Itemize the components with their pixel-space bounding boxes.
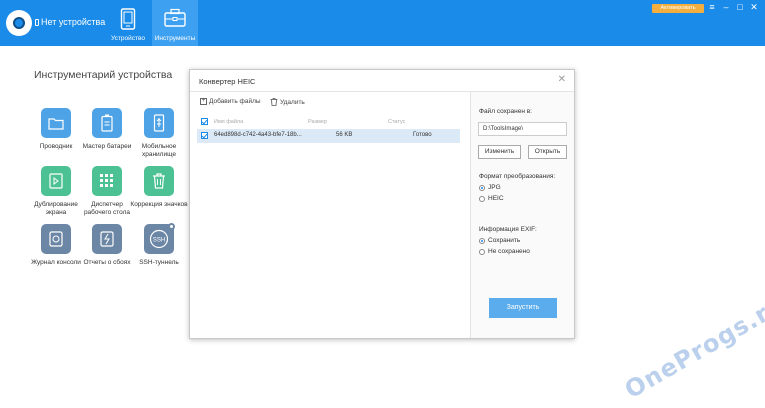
format-label: Формат преобразования: <box>479 173 556 180</box>
dialog-title: Конвертер HEIC <box>199 77 256 86</box>
tool-ssh[interactable]: SSH SSH-туннель <box>130 223 188 267</box>
table-header: Имя файла Размер Статус <box>198 117 460 129</box>
console-log-icon <box>41 224 71 254</box>
tool-screen-mirror[interactable]: Дублирование экрана <box>27 166 85 217</box>
tool-label: Мобильное хранилище <box>141 143 177 158</box>
add-icon: + <box>200 98 207 105</box>
folder-icon <box>41 108 71 138</box>
screen-mirror-icon <box>41 166 71 196</box>
activate-button[interactable]: Активировать <box>652 4 704 13</box>
toolbox-icon <box>164 8 186 27</box>
tool-label: SSH-туннель <box>139 259 179 266</box>
file-size: 56 KB <box>336 132 353 138</box>
exif-keep-radio[interactable]: Сохранить <box>479 237 520 244</box>
select-all-checkbox[interactable] <box>201 118 208 125</box>
heic-converter-dialog: Конвертер HEIC ✕ + Добавить файлы Удалит… <box>189 69 575 339</box>
tool-storage[interactable]: Мобильное хранилище <box>130 108 188 159</box>
tool-label: Журнал консоли <box>31 259 81 266</box>
dialog-close-icon[interactable]: ✕ <box>558 74 566 85</box>
radio-dot <box>479 184 485 191</box>
delete-button[interactable]: Удалить <box>270 98 305 106</box>
tool-icon-fix[interactable]: Коррекция значков <box>130 166 188 209</box>
column-name: Имя файла <box>214 119 244 125</box>
format-heic-radio[interactable]: HEIC <box>479 195 504 202</box>
settings-pane: Файл сохранен в: D:\ToolsImage\ Изменить… <box>470 92 574 338</box>
tab-tools-label: Инструменты <box>154 35 196 42</box>
tool-label: Проводник <box>39 143 73 150</box>
tool-label: Отчеты о сбоях <box>83 259 131 266</box>
ssh-badge-icon <box>168 223 175 230</box>
run-button[interactable]: Запустить <box>489 298 557 318</box>
tool-label: Коррекция значков <box>130 201 188 208</box>
tool-explorer[interactable]: Проводник <box>27 108 85 151</box>
tools-title: Инструментарий устройства <box>34 69 173 81</box>
tool-label: Дублирование экрана <box>34 201 78 216</box>
format-jpg-radio[interactable]: JPG <box>479 184 501 191</box>
row-checkbox[interactable] <box>201 132 208 139</box>
maximize-icon[interactable]: □ <box>734 2 746 12</box>
file-status: Готово <box>413 132 432 138</box>
file-list-pane: + Добавить файлы Удалить Имя файла Разме… <box>190 92 470 338</box>
watermark: OneProgs.ru <box>620 289 765 405</box>
add-files-button[interactable]: + Добавить файлы <box>200 98 261 105</box>
menu-icon[interactable]: ≡ <box>706 2 718 12</box>
tab-device[interactable]: Устройство <box>106 0 150 46</box>
tool-label: Мастер батареи <box>82 143 132 150</box>
app-header: Нет устройства Устройство Инструменты Ак… <box>0 0 765 46</box>
exif-label: Информация EXIF: <box>479 226 537 233</box>
tool-console-log[interactable]: Журнал консоли <box>27 224 85 267</box>
change-button[interactable]: Изменить <box>478 145 521 159</box>
desktop-grid-icon <box>92 166 122 196</box>
radio-dot <box>479 237 485 244</box>
tool-desktop-manager[interactable]: Диспетчер рабочего стола <box>78 166 136 217</box>
tool-label: Диспетчер рабочего стола <box>83 201 131 216</box>
column-size: Размер <box>308 119 327 125</box>
ssh-icon: SSH <box>144 223 175 254</box>
phone-small-icon <box>35 19 39 26</box>
battery-icon <box>92 108 122 138</box>
svg-text:SSH: SSH <box>153 238 165 244</box>
crash-report-icon <box>92 224 122 254</box>
file-name: 64ed898d-c742-4a43-bfe7-18b... <box>214 132 302 138</box>
app-logo <box>6 10 32 36</box>
open-button[interactable]: Открыть <box>528 145 567 159</box>
phone-icon <box>120 8 136 30</box>
close-icon[interactable]: ✕ <box>748 2 760 13</box>
radio-dot <box>479 195 485 202</box>
trash-icon <box>144 166 174 196</box>
usb-icon <box>144 108 174 138</box>
tool-crash-reports[interactable]: Отчеты о сбоях <box>78 224 136 267</box>
tool-battery[interactable]: Мастер батареи <box>78 108 136 151</box>
saved-to-label: Файл сохранен в: <box>479 108 532 115</box>
tab-device-label: Устройство <box>110 35 145 42</box>
table-row[interactable]: 64ed898d-c742-4a43-bfe7-18b... 56 KB Гот… <box>197 129 460 143</box>
device-status: Нет устройства <box>35 17 105 27</box>
save-path-field[interactable]: D:\ToolsImage\ <box>478 122 567 136</box>
minimize-icon[interactable]: – <box>720 2 732 12</box>
radio-dot <box>479 248 485 255</box>
tab-tools[interactable]: Инструменты <box>152 0 198 46</box>
column-status: Статус <box>388 119 406 125</box>
trash-icon <box>270 98 278 106</box>
exif-discard-radio[interactable]: Не сохранено <box>479 248 530 255</box>
